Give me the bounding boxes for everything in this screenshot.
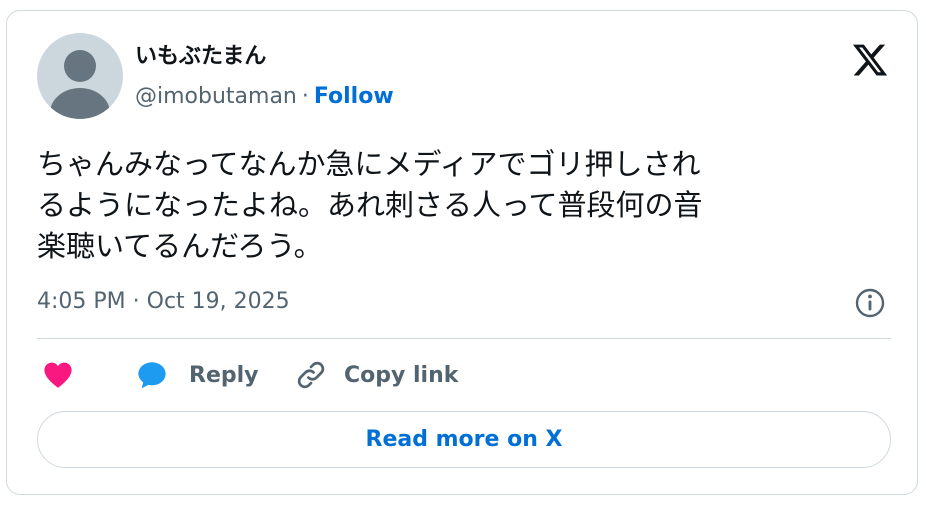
read-more-button[interactable]: Read more on X <box>37 411 891 468</box>
reply-button[interactable]: Reply <box>135 357 259 393</box>
like-button[interactable] <box>41 357 75 393</box>
copy-link-button[interactable]: Copy link <box>294 357 458 393</box>
follow-button[interactable]: Follow <box>314 84 394 109</box>
reply-label: Reply <box>189 362 259 388</box>
tweet-timestamp[interactable]: 4:05 PM · Oct 19, 2025 <box>37 288 290 316</box>
speech-bubble-icon <box>138 362 166 389</box>
avatar[interactable] <box>37 33 123 119</box>
handle-separator: · <box>301 84 309 109</box>
tweet-text-line: 楽聴いてるんだろう。 <box>37 229 323 263</box>
tweet-text-line: ちゃんみなってなんか急にメディアでゴリ押しされ <box>37 147 701 181</box>
avatar-body-shape <box>50 88 110 119</box>
tweet-card: いもぶたまん @imobutaman · Follow ちゃんみなってなんか急にメデ… <box>6 10 918 495</box>
author-handle-row: @imobutaman · Follow <box>135 83 394 111</box>
link-icon <box>297 361 325 389</box>
tweet-text: ちゃんみなってなんか急にメディアでゴリ押しされ るようになったよね。あれ刺さる人… <box>37 144 887 267</box>
info-icon[interactable] <box>854 287 886 319</box>
copy-link-label: Copy link <box>344 362 459 388</box>
x-logo-icon[interactable] <box>851 41 889 79</box>
tweet-text-line: るようになったよね。あれ刺さる人って普段何の音 <box>37 188 703 222</box>
heart-icon <box>44 362 72 388</box>
author-handle[interactable]: @imobutaman <box>135 84 297 109</box>
avatar-head-shape <box>64 50 96 82</box>
author-display-name[interactable]: いもぶたまん <box>135 43 266 71</box>
divider <box>37 338 891 339</box>
